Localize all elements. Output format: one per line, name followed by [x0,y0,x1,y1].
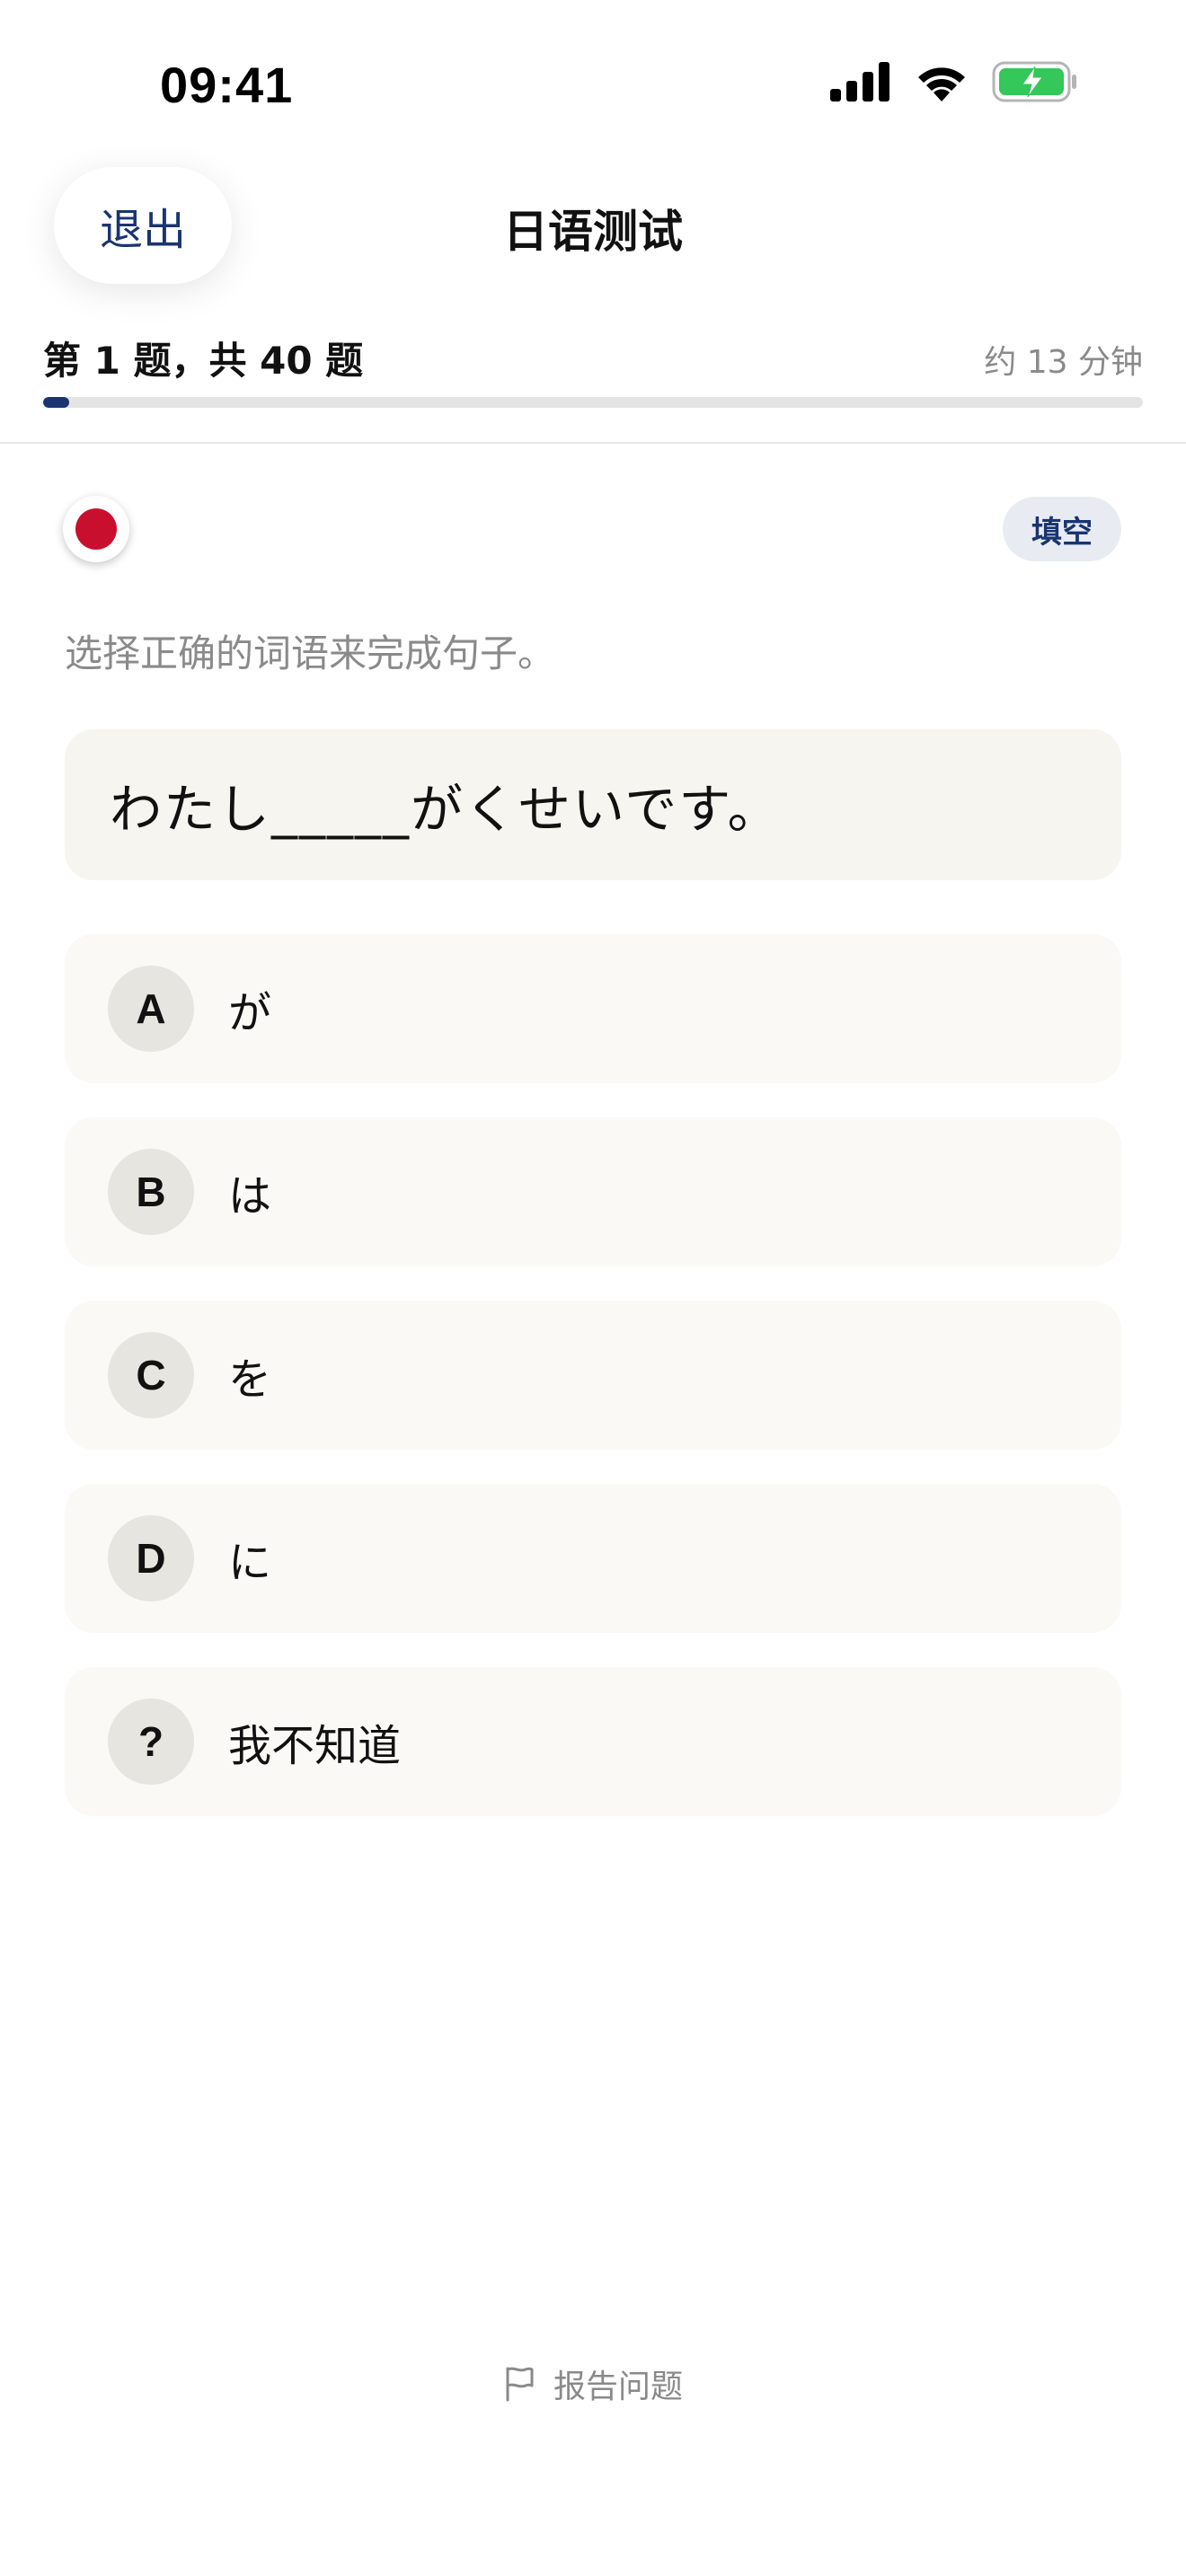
progress-row: 第 1 题，共 40 题 约 13 分钟 [43,331,1143,384]
time-estimate: 约 13 分钟 [984,344,1143,381]
japan-flag-icon [63,496,129,562]
option-c[interactable]: C を [65,1301,1121,1450]
progress-bar [43,397,1143,408]
option-dont-know[interactable]: ? 我不知道 [65,1667,1121,1816]
header: 退出 日语测试 [0,162,1186,296]
option-letter: A [108,966,194,1052]
question-counter: 第 1 题，共 40 题 [43,339,364,383]
flag-outline-icon [506,2367,534,2402]
page-title: 日语测试 [503,206,683,258]
status-bar: 09:41 [0,0,1186,162]
option-d[interactable]: D に [65,1484,1121,1633]
status-time: 09:41 [160,57,294,113]
report-problem-label: 报告问题 [553,2369,683,2405]
wifi-icon [918,67,965,101]
option-letter: ? [108,1698,194,1785]
option-a[interactable]: A が [65,934,1121,1083]
option-text: を [228,1354,272,1405]
cellular-signal-icon [830,62,890,101]
option-letter: D [108,1515,194,1601]
header-divider [0,442,1186,444]
option-text: は [228,1171,272,1222]
progress-bar-fill [43,397,70,408]
option-letter: B [108,1149,194,1235]
question-type-chip: 填空 [1003,497,1121,561]
option-text: 我不知道 [228,1721,402,1771]
status-icons [830,61,1078,102]
option-text: に [228,1538,272,1588]
answer-options: A が B は C を D に ? 我不知道 [65,934,1121,1850]
report-problem-button[interactable]: 报告问题 [0,2360,1186,2407]
option-b[interactable]: B は [65,1117,1121,1266]
question-sentence: わたし_____がくせいです。 [110,779,782,840]
battery-charging-icon [992,61,1076,102]
question-instruction: 选择正确的词语来完成句子。 [65,631,556,675]
option-letter: C [108,1332,194,1418]
flag-red-disc [75,508,117,550]
sentence-box: わたし_____がくせいです。 [65,729,1121,880]
option-text: が [228,988,272,1038]
